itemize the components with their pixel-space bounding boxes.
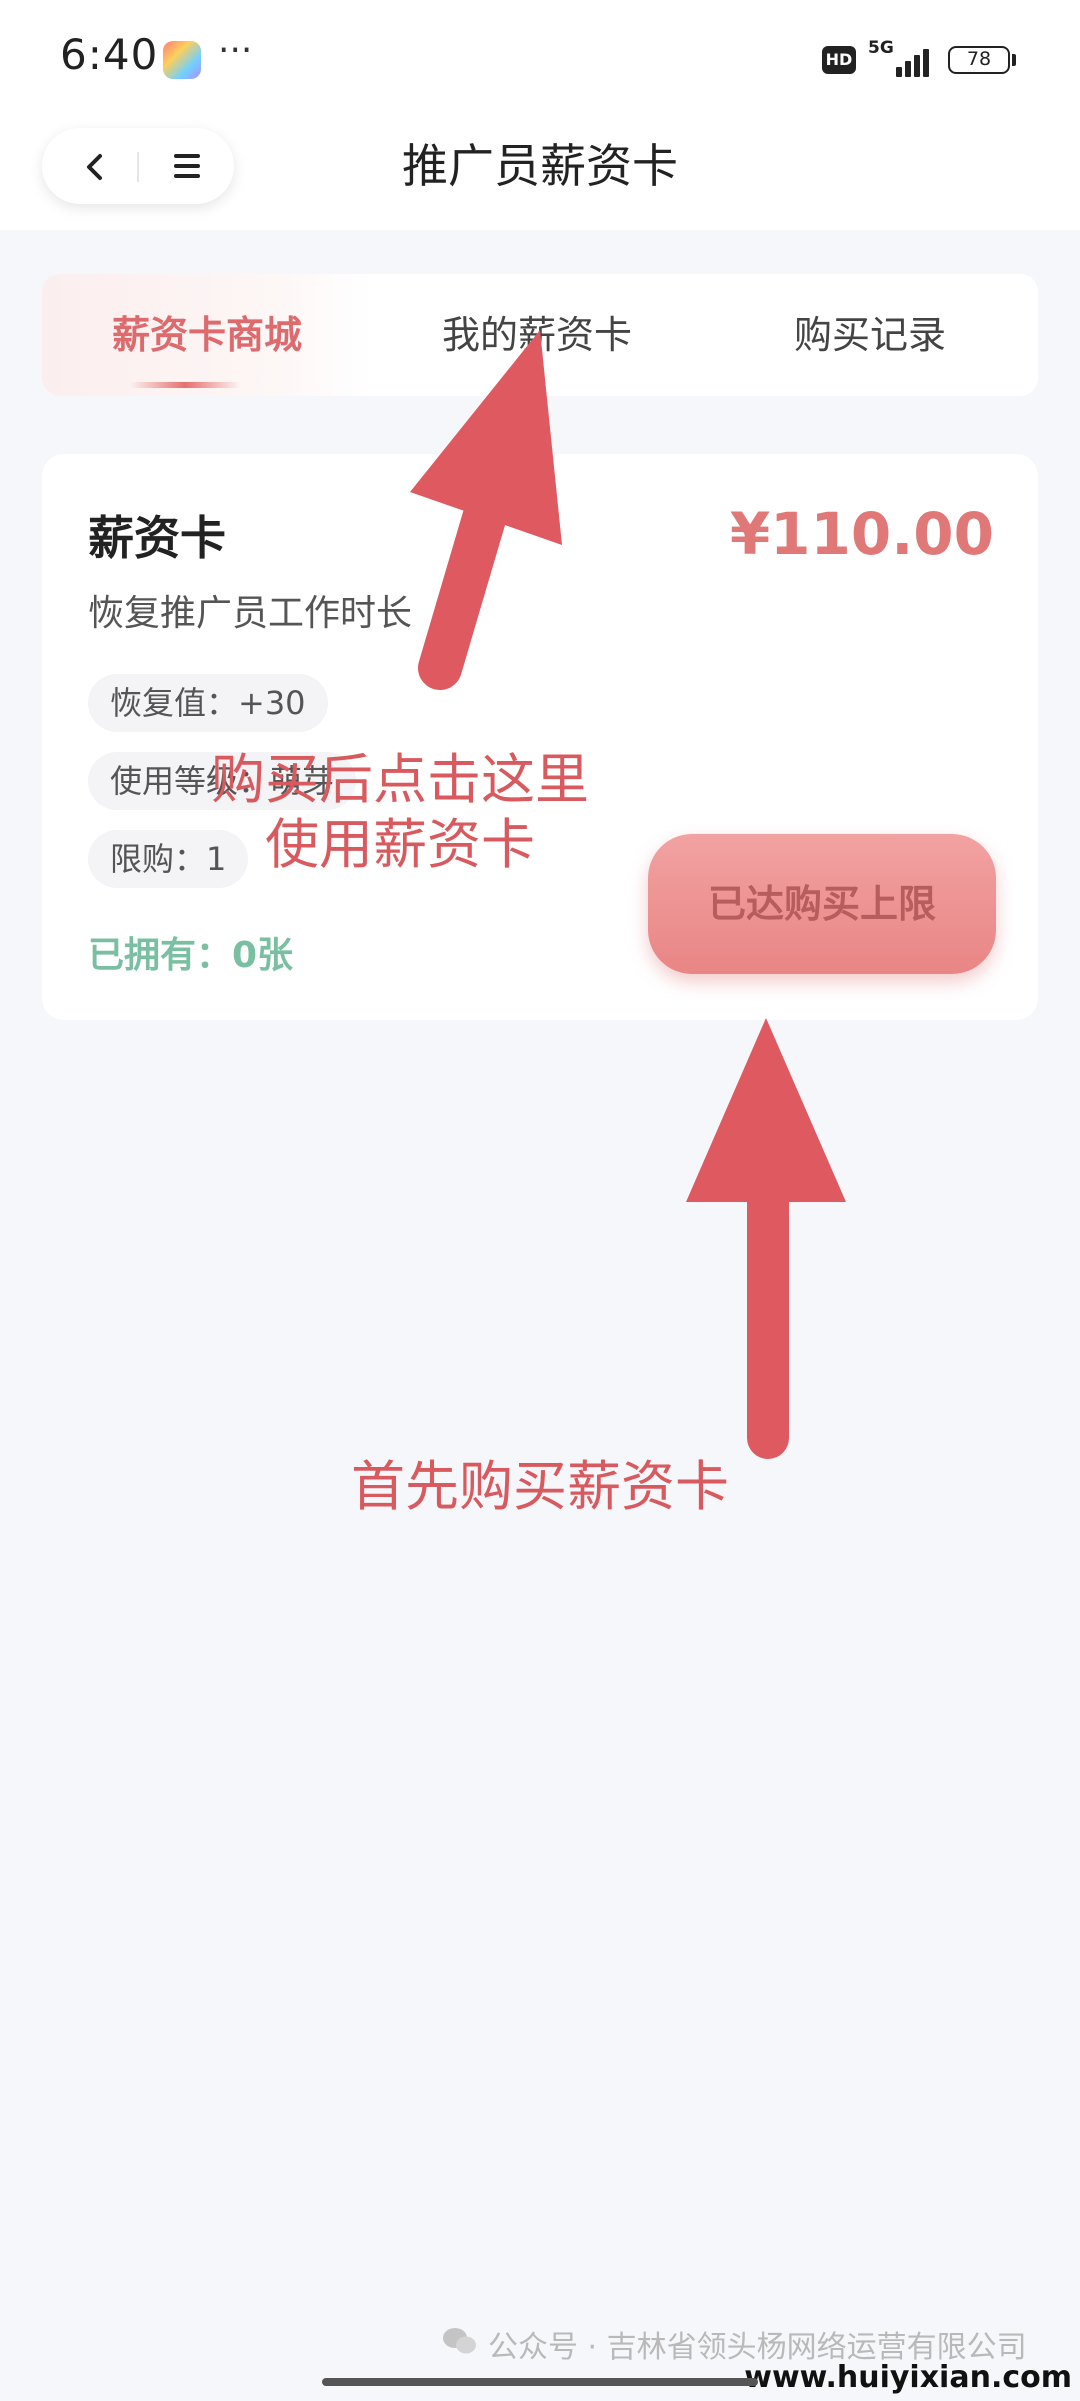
card-title: 薪资卡 [88, 511, 226, 565]
more-notifications-icon: ··· [218, 30, 253, 71]
annotation-buy-first: 首先购买薪资卡 [351, 1455, 729, 1518]
network-type: 5G [868, 38, 894, 58]
home-indicator[interactable] [322, 2378, 758, 2386]
owned-count: 已拥有：0张 [88, 935, 294, 976]
signal-icon [896, 47, 936, 77]
salary-card-item: 薪资卡 ¥110.00 恢复推广员工作时长 恢复值：+30 使用等级：萌芽 限购… [42, 454, 1038, 1020]
battery-tip [1012, 54, 1016, 66]
hd-icon: HD [822, 46, 856, 74]
battery-icon: 78 [948, 46, 1010, 74]
wechat-icon [443, 2328, 476, 2354]
annotation-after-purchase: 购买后点击这里 [211, 748, 589, 811]
game-app-icon [163, 41, 201, 79]
page-title: 推广员薪资卡 [402, 139, 678, 193]
tab-salary-card-mall[interactable]: 薪资卡商城 [42, 274, 372, 396]
tab-bar: 薪资卡商城 我的薪资卡 购买记录 [42, 274, 1038, 396]
tab-my-salary-card[interactable]: 我的薪资卡 [372, 274, 702, 396]
active-tab-indicator [130, 382, 240, 388]
card-description: 恢复推广员工作时长 [88, 593, 413, 634]
recovery-value-chip: 恢复值：+30 [88, 674, 328, 732]
status-time: 6:40 [60, 30, 159, 79]
arrow-head-bottom [686, 1018, 846, 1202]
card-price: ¥110.00 [729, 500, 994, 568]
site-watermark: www.huiyixian.com [744, 2360, 1072, 2395]
annotation-use-card: 使用薪资卡 [265, 813, 535, 876]
status-bar: 6:40 ··· HD 5G 78 [0, 0, 1080, 120]
tab-purchase-records[interactable]: 购买记录 [702, 274, 1038, 396]
buy-button[interactable]: 已达购买上限 [648, 834, 996, 974]
